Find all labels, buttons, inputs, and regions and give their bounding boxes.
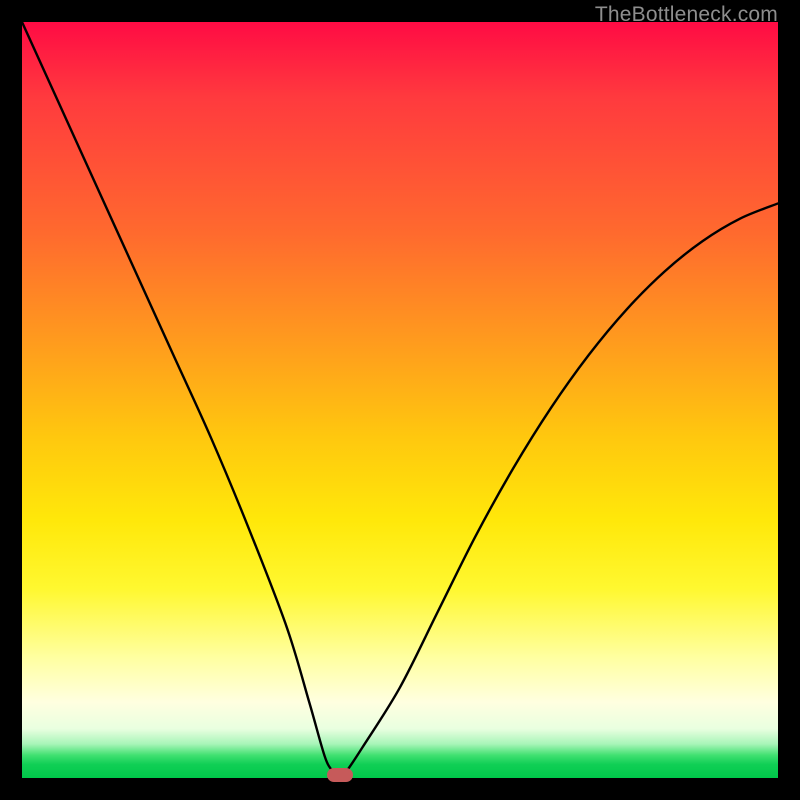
curve-path (22, 22, 778, 778)
chart-container: TheBottleneck.com (0, 0, 800, 800)
bottleneck-curve (22, 22, 778, 778)
watermark-text: TheBottleneck.com (595, 3, 778, 27)
optimum-marker (327, 768, 353, 782)
